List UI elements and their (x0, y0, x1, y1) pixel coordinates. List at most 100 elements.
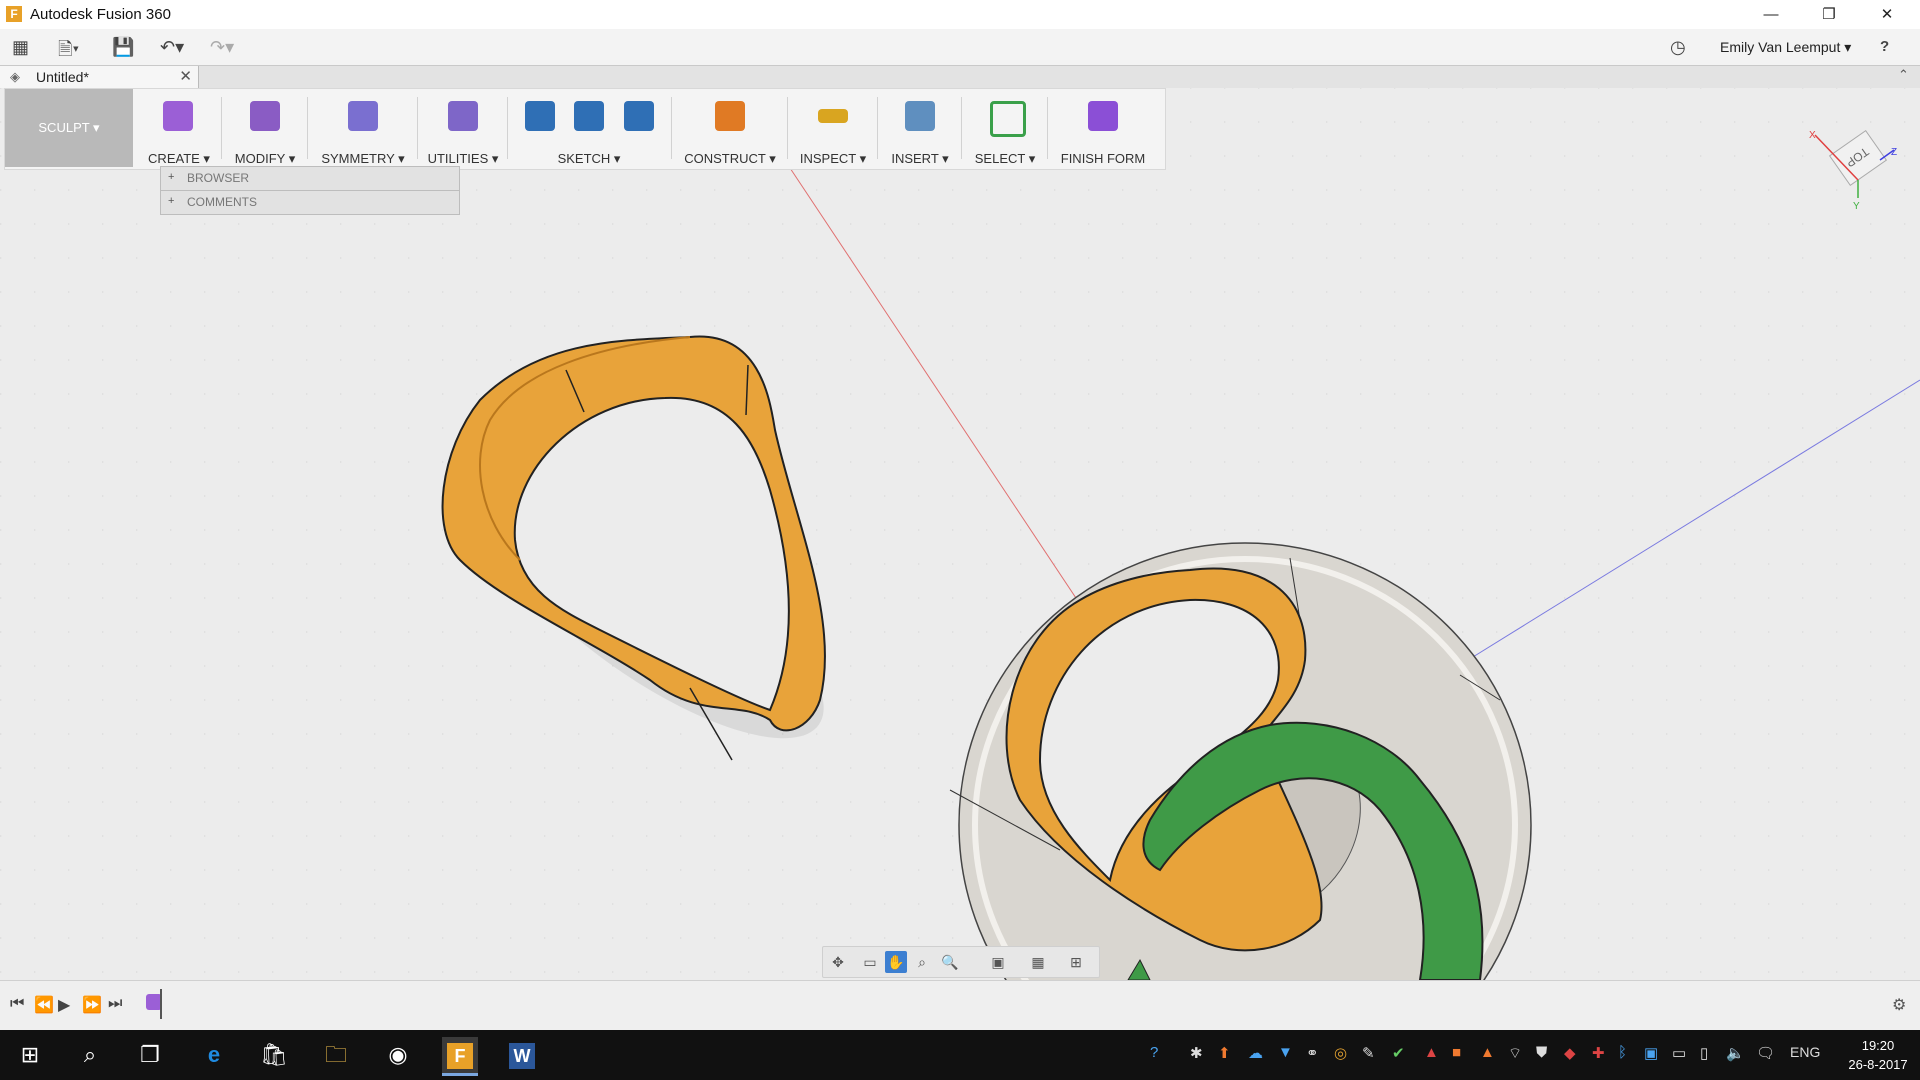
document-icon: ◈ (10, 69, 20, 84)
timeline-marker[interactable] (160, 989, 162, 1019)
modify-menu-label: MODIFY ▾ (234, 151, 296, 166)
grid-settings-icon[interactable]: ▦ (1027, 951, 1049, 973)
tray-icon-9[interactable]: ▲ (1480, 1044, 1495, 1061)
title-bar: F Autodesk Fusion 360 — ❐ ✕ (0, 0, 1920, 29)
select-window-icon (990, 101, 1026, 137)
chrome-icon[interactable]: ◉ (380, 1037, 416, 1073)
cloud-tray-icon[interactable]: ☁ (1248, 1044, 1263, 1062)
search-icon[interactable]: ⌕ (72, 1037, 108, 1073)
insert-menu[interactable]: INSERT ▾ (879, 89, 961, 167)
construct-plane-icon (715, 101, 745, 131)
collapse-chevron-icon[interactable]: ⌃ (1898, 67, 1909, 83)
timeline-settings-gear-icon[interactable]: ⚙ (1892, 995, 1906, 1015)
tray-icon-12[interactable]: ✚ (1592, 1044, 1605, 1062)
comments-expand-icon[interactable]: + (168, 195, 174, 207)
model-canvas[interactable]: TOP X Y Z (0, 88, 1920, 980)
tray-icon-4[interactable]: ⚭ (1306, 1044, 1319, 1062)
edge-browser-icon[interactable]: e (196, 1037, 232, 1073)
minimize-button[interactable]: — (1748, 0, 1794, 29)
bluetooth-tray-icon[interactable]: ᛒ (1618, 1044, 1627, 1061)
tray-icon-11[interactable]: ◆ (1564, 1044, 1576, 1062)
close-button[interactable]: ✕ (1864, 0, 1910, 29)
select-menu-label: SELECT ▾ (974, 151, 1036, 166)
fusion360-taskbar-icon[interactable]: F (442, 1037, 478, 1076)
zoom-window-icon[interactable]: ⌕ (911, 951, 933, 973)
timeline-start-icon[interactable]: ⏮ (10, 995, 24, 1013)
file-menu-icon[interactable]: 🗎▾ (58, 37, 79, 67)
look-at-icon[interactable]: ▭ (859, 951, 881, 973)
job-status-clock-icon[interactable]: ◷ (1670, 37, 1686, 58)
clock-date: 26-8-2017 (1848, 1057, 1908, 1072)
create-menu-label: CREATE ▾ (148, 151, 210, 166)
orbit-icon[interactable]: ✥ (827, 951, 849, 973)
clock-time: 19:20 (1861, 1038, 1895, 1053)
browser-panel-header[interactable]: + BROWSER (160, 166, 460, 191)
z-axis-line (1459, 379, 1920, 666)
viewcube-x-label: X (1809, 130, 1816, 141)
timeline-next-icon[interactable]: ⏩ (82, 995, 102, 1015)
window-title: Autodesk Fusion 360 (30, 6, 171, 23)
modify-menu[interactable]: MODIFY ▾ (223, 89, 307, 167)
3d-viewport[interactable]: TOP X Y Z (0, 88, 1920, 980)
language-indicator[interactable]: ENG (1790, 1044, 1820, 1060)
restore-button[interactable]: ❐ (1806, 0, 1852, 29)
document-tab-strip: ◈ Untitled* ✕ ⌃ (0, 66, 1920, 89)
symmetry-menu-label: SYMMETRY ▾ (321, 151, 405, 166)
create-menu[interactable]: CREATE ▾ (135, 89, 223, 167)
network-tray-icon[interactable]: ⌔ (1508, 1044, 1522, 1063)
tray-icon-8[interactable]: ■ (1452, 1044, 1461, 1061)
start-windows-icon[interactable]: ⊞ (12, 1037, 48, 1073)
workspace-switcher[interactable]: SCULPT ▾ (5, 89, 133, 167)
store-icon[interactable]: 🛍 (256, 1037, 292, 1073)
create-box-icon (163, 101, 193, 131)
timeline-prev-icon[interactable]: ⏪ (34, 995, 54, 1015)
battery-tray-icon[interactable]: ▯ (1700, 1044, 1708, 1062)
task-view-icon[interactable]: ❐ (132, 1037, 168, 1073)
timeline-end-icon[interactable]: ⏭ (108, 995, 122, 1013)
tray-icon-6[interactable]: ✎ (1362, 1044, 1375, 1062)
viewports-icon[interactable]: ⊞ (1065, 951, 1087, 973)
document-tab-close[interactable]: ✕ (179, 67, 192, 85)
tray-icon-1[interactable]: ✱ (1190, 1044, 1203, 1062)
help-tray-icon[interactable]: ? (1150, 1044, 1158, 1061)
tray-icon-7[interactable]: ✔ (1392, 1044, 1405, 1062)
tray-icon-13[interactable]: ▣ (1644, 1044, 1658, 1062)
redo-icon[interactable]: ↷▾ (210, 37, 234, 58)
timeline-play-icon[interactable]: ▶ (58, 995, 70, 1015)
volume-tray-icon[interactable]: 🔈 (1726, 1044, 1745, 1062)
file-explorer-icon[interactable]: 🗀 (318, 1037, 354, 1073)
display-settings-icon[interactable]: ▣ (987, 951, 1009, 973)
tray-icon-2[interactable]: ⬆ (1218, 1044, 1231, 1062)
word-icon[interactable]: W (504, 1037, 540, 1073)
data-panel-grid-icon[interactable]: ▦ (12, 37, 29, 58)
utilities-icon (448, 101, 478, 131)
undo-icon[interactable]: ↶▾ (160, 37, 184, 58)
finish-form-button[interactable]: FINISH FORM (1049, 89, 1157, 167)
acrobat-tray-icon[interactable]: ▲ (1424, 1044, 1439, 1061)
save-icon[interactable]: 💾 (112, 37, 134, 58)
symmetry-menu[interactable]: SYMMETRY ▾ (309, 89, 417, 167)
browser-expand-icon[interactable]: + (168, 171, 174, 183)
navigation-bar: ✥ ▭ ✋ ⌕ 🔍 ▣ ▦ ⊞ (822, 946, 1100, 978)
ribbon-toolbar: SCULPT ▾ CREATE ▾ MODIFY ▾ SYMMETRY ▾ UT… (4, 88, 1166, 170)
user-account-menu[interactable]: Emily Van Leemput ▾ (1720, 39, 1851, 56)
utilities-menu[interactable]: UTILITIES ▾ (419, 89, 507, 167)
help-icon[interactable]: ? (1880, 38, 1889, 55)
document-tab[interactable]: ◈ Untitled* ✕ (0, 66, 199, 88)
pan-hand-icon[interactable]: ✋ (885, 951, 907, 973)
timeline-bar: ⏮ ⏪ ▶ ⏩ ⏭ ⚙ (0, 980, 1920, 1031)
action-center-icon[interactable]: 🗨 (1756, 1044, 1775, 1062)
measure-ruler-icon (818, 109, 848, 123)
tray-icon-3[interactable]: ▼ (1278, 1044, 1293, 1061)
tray-icon-10[interactable]: ⛊ (1536, 1044, 1547, 1061)
taskbar-clock[interactable]: 19:20 26-8-2017 (1836, 1036, 1920, 1074)
tray-icon-5[interactable]: ◎ (1334, 1044, 1347, 1062)
construct-menu[interactable]: CONSTRUCT ▾ (673, 89, 787, 167)
display-tray-icon[interactable]: ▭ (1672, 1044, 1686, 1062)
comments-panel-header[interactable]: + COMMENTS (160, 190, 460, 215)
sketch-menu[interactable]: SKETCH ▾ (509, 89, 669, 167)
zoom-fit-icon[interactable]: 🔍 (939, 951, 961, 973)
inspect-menu[interactable]: INSPECT ▾ (789, 89, 877, 167)
utilities-menu-label: UTILITIES ▾ (427, 151, 499, 166)
select-menu[interactable]: SELECT ▾ (963, 89, 1047, 167)
